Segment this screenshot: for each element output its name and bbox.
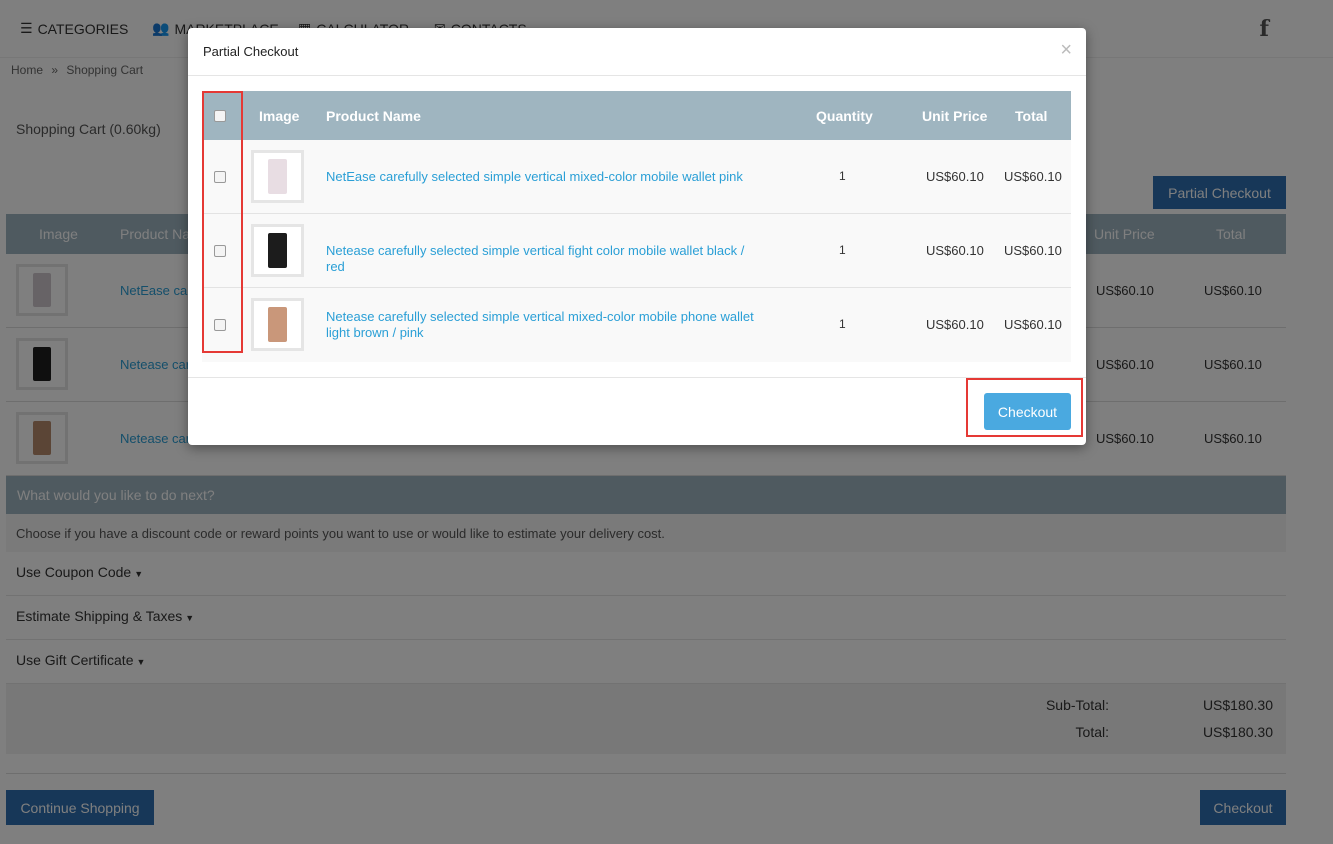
unit-price: US$60.10: [926, 243, 984, 258]
table-row: NetEase carefully selected simple vertic…: [202, 140, 1071, 214]
column-unit-price: Unit Price: [922, 108, 988, 124]
row-total: US$60.10: [1004, 243, 1062, 258]
table-row: Netease carefully selected simple vertic…: [202, 214, 1071, 288]
column-product-name: Product Name: [326, 108, 421, 124]
product-thumbnail[interactable]: [251, 298, 304, 351]
unit-price: US$60.10: [926, 317, 984, 332]
quantity: 1: [839, 243, 846, 257]
modal-footer: [188, 377, 1086, 378]
unit-price: US$60.10: [926, 169, 984, 184]
checkbox-column-highlight: [202, 91, 243, 353]
quantity: 1: [839, 317, 846, 331]
wallet-image: [268, 233, 287, 268]
column-image: Image: [259, 108, 300, 124]
product-link[interactable]: Netease carefully selected simple vertic…: [326, 243, 766, 275]
modal-checkout-button[interactable]: Checkout: [984, 393, 1071, 430]
row-total: US$60.10: [1004, 169, 1062, 184]
column-quantity: Quantity: [816, 108, 873, 124]
product-link[interactable]: NetEase carefully selected simple vertic…: [326, 169, 766, 185]
table-row: Netease carefully selected simple vertic…: [202, 288, 1071, 362]
row-total: US$60.10: [1004, 317, 1062, 332]
modal-table-header: Image Product Name Quantity Unit Price T…: [202, 91, 1071, 140]
product-thumbnail[interactable]: [251, 150, 304, 203]
modal-header: Partial Checkout ×: [188, 28, 1086, 76]
wallet-image: [268, 307, 287, 342]
wallet-image: [268, 159, 287, 194]
partial-checkout-modal: Partial Checkout × Image Product Name Qu…: [188, 28, 1086, 445]
product-link[interactable]: Netease carefully selected simple vertic…: [326, 309, 756, 341]
column-total: Total: [1015, 108, 1048, 124]
product-thumbnail[interactable]: [251, 224, 304, 277]
close-icon[interactable]: ×: [1060, 40, 1072, 60]
modal-title: Partial Checkout: [203, 44, 299, 59]
quantity: 1: [839, 169, 846, 183]
